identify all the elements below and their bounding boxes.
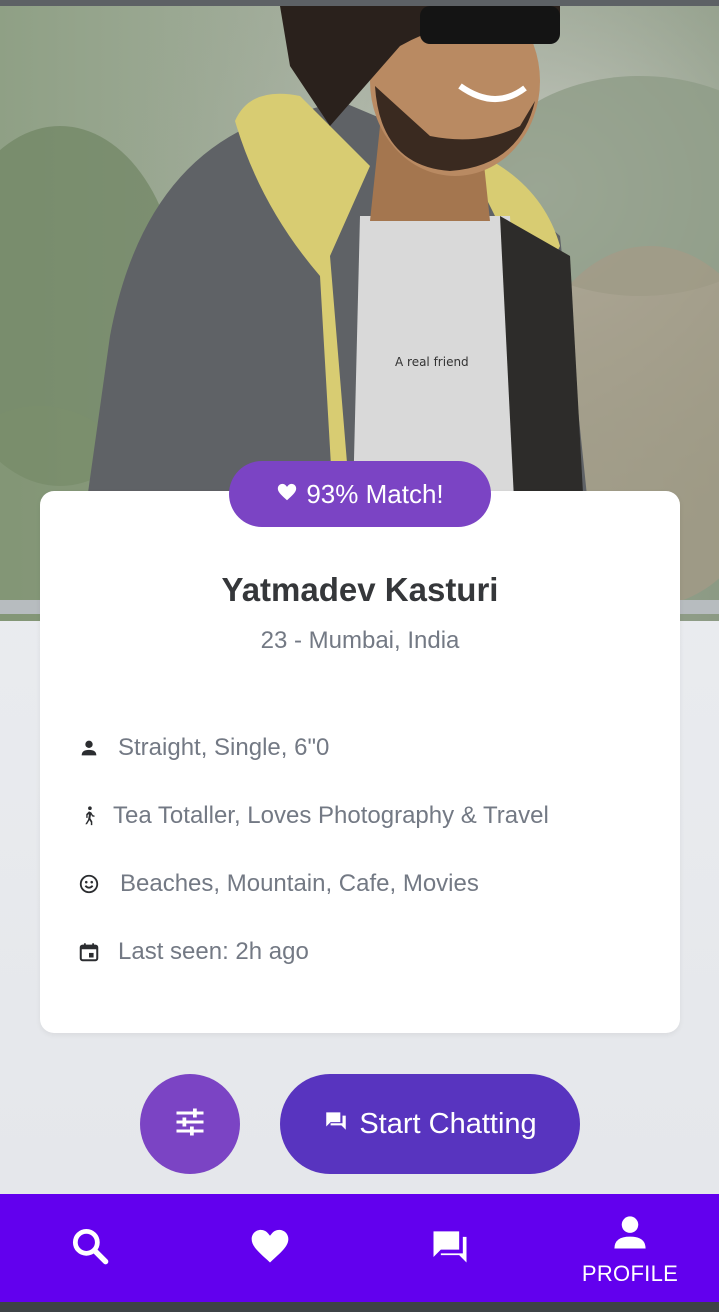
detail-text: Straight, Single, 6"0	[118, 734, 330, 761]
start-chatting-label: Start Chatting	[359, 1107, 537, 1140]
match-label: 93% Match!	[306, 478, 444, 509]
start-chatting-button[interactable]: Start Chatting	[280, 1074, 580, 1174]
profile-age-location: 23 - Mumbai, India	[260, 627, 460, 654]
walking-icon	[78, 805, 100, 827]
detail-row-interests: Beaches, Mountain, Cafe, Movies	[78, 870, 479, 898]
system-nav-strip	[0, 1302, 719, 1312]
detail-row-lifestyle: Tea Totaller, Loves Photography & Travel	[78, 802, 549, 830]
match-badge: 93% Match!	[229, 461, 491, 527]
detail-row-last-seen: Last seen: 2h ago	[78, 938, 309, 966]
heart-icon	[248, 1224, 292, 1273]
person-icon	[78, 737, 100, 759]
chat-bubbles-icon	[323, 1107, 349, 1141]
calendar-icon	[78, 941, 100, 963]
nav-likes[interactable]	[180, 1194, 360, 1302]
bottom-navigation: PROFILE	[0, 1194, 719, 1302]
svg-text:A real friend: A real friend	[395, 355, 469, 369]
detail-text: Tea Totaller, Loves Photography & Travel	[113, 802, 549, 829]
forum-icon	[428, 1224, 472, 1273]
profile-screen: A real friend Yatmadev Kasturi 23 - Mumb…	[0, 6, 719, 1302]
tune-icon	[172, 1104, 208, 1145]
filter-button[interactable]	[140, 1074, 240, 1174]
detail-text: Beaches, Mountain, Cafe, Movies	[120, 870, 479, 897]
nav-profile-label: PROFILE	[581, 1260, 679, 1286]
person-icon	[608, 1210, 652, 1259]
nav-profile[interactable]: PROFILE	[540, 1194, 719, 1302]
profile-card: Yatmadev Kasturi 23 - Mumbai, India Stra…	[40, 491, 680, 1033]
profile-name: Yatmadev Kasturi	[221, 571, 499, 608]
smiley-icon	[78, 873, 100, 895]
search-icon	[68, 1224, 112, 1273]
heart-icon	[276, 479, 298, 510]
nav-messages[interactable]	[360, 1194, 540, 1302]
detail-row-orientation: Straight, Single, 6"0	[78, 734, 329, 762]
nav-search[interactable]	[0, 1194, 180, 1302]
detail-text: Last seen: 2h ago	[118, 938, 309, 965]
